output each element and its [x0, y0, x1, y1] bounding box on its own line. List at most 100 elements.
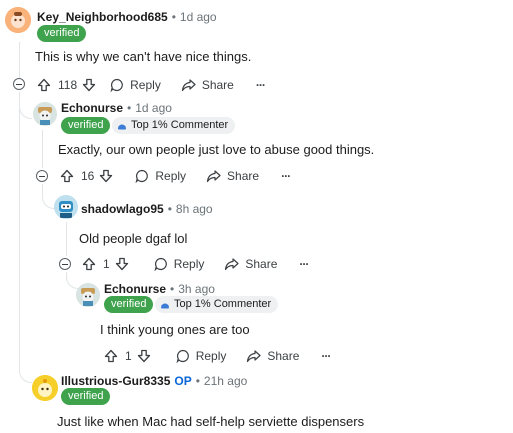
upvote-button[interactable] [60, 169, 74, 183]
snoo-avatar-icon [5, 7, 31, 33]
upvote-button[interactable] [82, 257, 96, 271]
share-button[interactable]: Share [246, 349, 299, 363]
timestamp[interactable]: 1d ago [180, 10, 217, 24]
more-options-button[interactable]: ··· [321, 349, 331, 363]
upvote-arrow-icon [60, 169, 74, 183]
verified-flair: verified [104, 296, 154, 313]
top-commenter-badge: Top 1% Commenter [155, 296, 279, 313]
comment-text: Exactly, our own people just love to abu… [58, 142, 375, 157]
separator: • [167, 202, 172, 216]
comment-actions: 16 Reply Share ··· [60, 166, 291, 186]
share-arrow-icon [247, 350, 261, 363]
upvote-button[interactable] [37, 78, 51, 92]
downvote-arrow-icon [137, 349, 150, 363]
upvote-arrow-icon [104, 349, 118, 363]
upvote-arrow-icon [82, 257, 96, 271]
verified-flair: verified [61, 388, 111, 405]
collapse-thread-button[interactable] [13, 78, 25, 90]
snoo-avatar-icon [33, 102, 57, 126]
avatar[interactable] [32, 375, 58, 401]
comment-actions: 118 Reply Share ··· [37, 75, 266, 95]
username[interactable]: shadowlago95 [81, 202, 164, 216]
reply-label: Reply [173, 257, 205, 271]
thread-curve-1 [19, 92, 32, 119]
comment-bubble-icon [110, 78, 123, 92]
op-label: OP [174, 374, 192, 388]
comment-bubble-icon [154, 257, 167, 271]
separator: • [195, 374, 200, 388]
snoo-avatar-icon [54, 195, 78, 219]
username[interactable]: Echonurse [61, 101, 123, 115]
more-options-button[interactable]: ··· [299, 257, 309, 271]
verified-flair: verified [37, 25, 87, 42]
share-arrow-icon [181, 79, 196, 92]
collapse-thread-button[interactable] [59, 258, 71, 270]
vote-count: 1 [103, 257, 110, 271]
separator: • [170, 282, 175, 296]
username[interactable]: Illustrious-Gur8335 [61, 374, 170, 388]
more-options-button[interactable]: ··· [256, 78, 266, 92]
share-label: Share [245, 257, 278, 271]
snoo-avatar-icon [32, 375, 58, 401]
comment-bubble-icon [176, 349, 189, 363]
username[interactable]: Key_Neighborhood685 [37, 10, 168, 24]
thread-line-root [19, 42, 20, 78]
downvote-arrow-icon [100, 169, 113, 183]
snoo-avatar-icon [76, 283, 100, 307]
top-commenter-icon [161, 303, 169, 308]
comment-text: Just like when Mac had self-help serviet… [57, 414, 365, 429]
top-commenter-label: Top 1% Commenter [131, 119, 229, 131]
reply-label: Reply [130, 78, 161, 92]
thread-line-root-continuation [19, 92, 20, 362]
comment-meta: Illustrious-Gur8335 OP • 21h ago [61, 374, 247, 388]
comment-text: Old people dgaf lol [79, 231, 188, 246]
avatar[interactable] [76, 283, 100, 307]
comment-text: I think young ones are too [100, 322, 250, 337]
vote-count: 118 [58, 78, 78, 92]
share-label: Share [227, 169, 260, 183]
separator: • [127, 101, 132, 115]
top-commenter-label: Top 1% Commenter [174, 298, 272, 310]
comment-meta: Echonurse • 3h ago [104, 282, 215, 296]
downvote-button[interactable] [82, 78, 96, 92]
share-button[interactable]: Share [224, 257, 277, 271]
timestamp[interactable]: 3h ago [178, 282, 215, 296]
comment-bubble-icon [135, 169, 149, 183]
downvote-arrow-icon [115, 257, 128, 271]
comment-meta: Echonurse • 1d ago [61, 101, 172, 115]
downvote-button[interactable] [115, 257, 129, 271]
avatar[interactable] [33, 102, 57, 126]
upvote-button[interactable] [104, 349, 118, 363]
reply-button[interactable]: Reply [176, 349, 226, 363]
reply-label: Reply [155, 169, 187, 183]
avatar[interactable] [5, 7, 31, 33]
vote-count: 16 [81, 169, 95, 183]
share-label: Share [267, 349, 300, 363]
timestamp[interactable]: 1d ago [135, 101, 172, 115]
username[interactable]: Echonurse [104, 282, 166, 296]
timestamp[interactable]: 21h ago [204, 374, 247, 388]
reply-button[interactable]: Reply [154, 257, 205, 271]
top-commenter-icon [118, 124, 126, 129]
collapse-thread-button[interactable] [36, 170, 48, 182]
more-options-button[interactable]: ··· [281, 169, 291, 183]
share-button[interactable]: Share [206, 169, 259, 183]
share-arrow-icon [225, 258, 239, 271]
share-arrow-icon [206, 170, 221, 183]
comment-meta: shadowlago95 • 8h ago [81, 202, 213, 216]
thread-curve-3 [66, 272, 79, 289]
thread-curve-op [19, 362, 32, 383]
downvote-button[interactable] [137, 349, 151, 363]
separator: • [171, 10, 176, 24]
share-button[interactable]: Share [181, 78, 234, 92]
reply-button[interactable]: Reply [135, 169, 186, 183]
timestamp[interactable]: 8h ago [176, 202, 213, 216]
comment-text: This is why we can't have nice things. [35, 49, 252, 64]
comment-actions: 1 Reply Share ··· [82, 254, 309, 274]
reply-button[interactable]: Reply [110, 78, 161, 92]
downvote-button[interactable] [99, 169, 113, 183]
avatar[interactable] [54, 195, 78, 219]
top-commenter-badge: Top 1% Commenter [112, 117, 236, 134]
thread-line-shadow [66, 222, 67, 256]
share-label: Share [201, 78, 234, 92]
